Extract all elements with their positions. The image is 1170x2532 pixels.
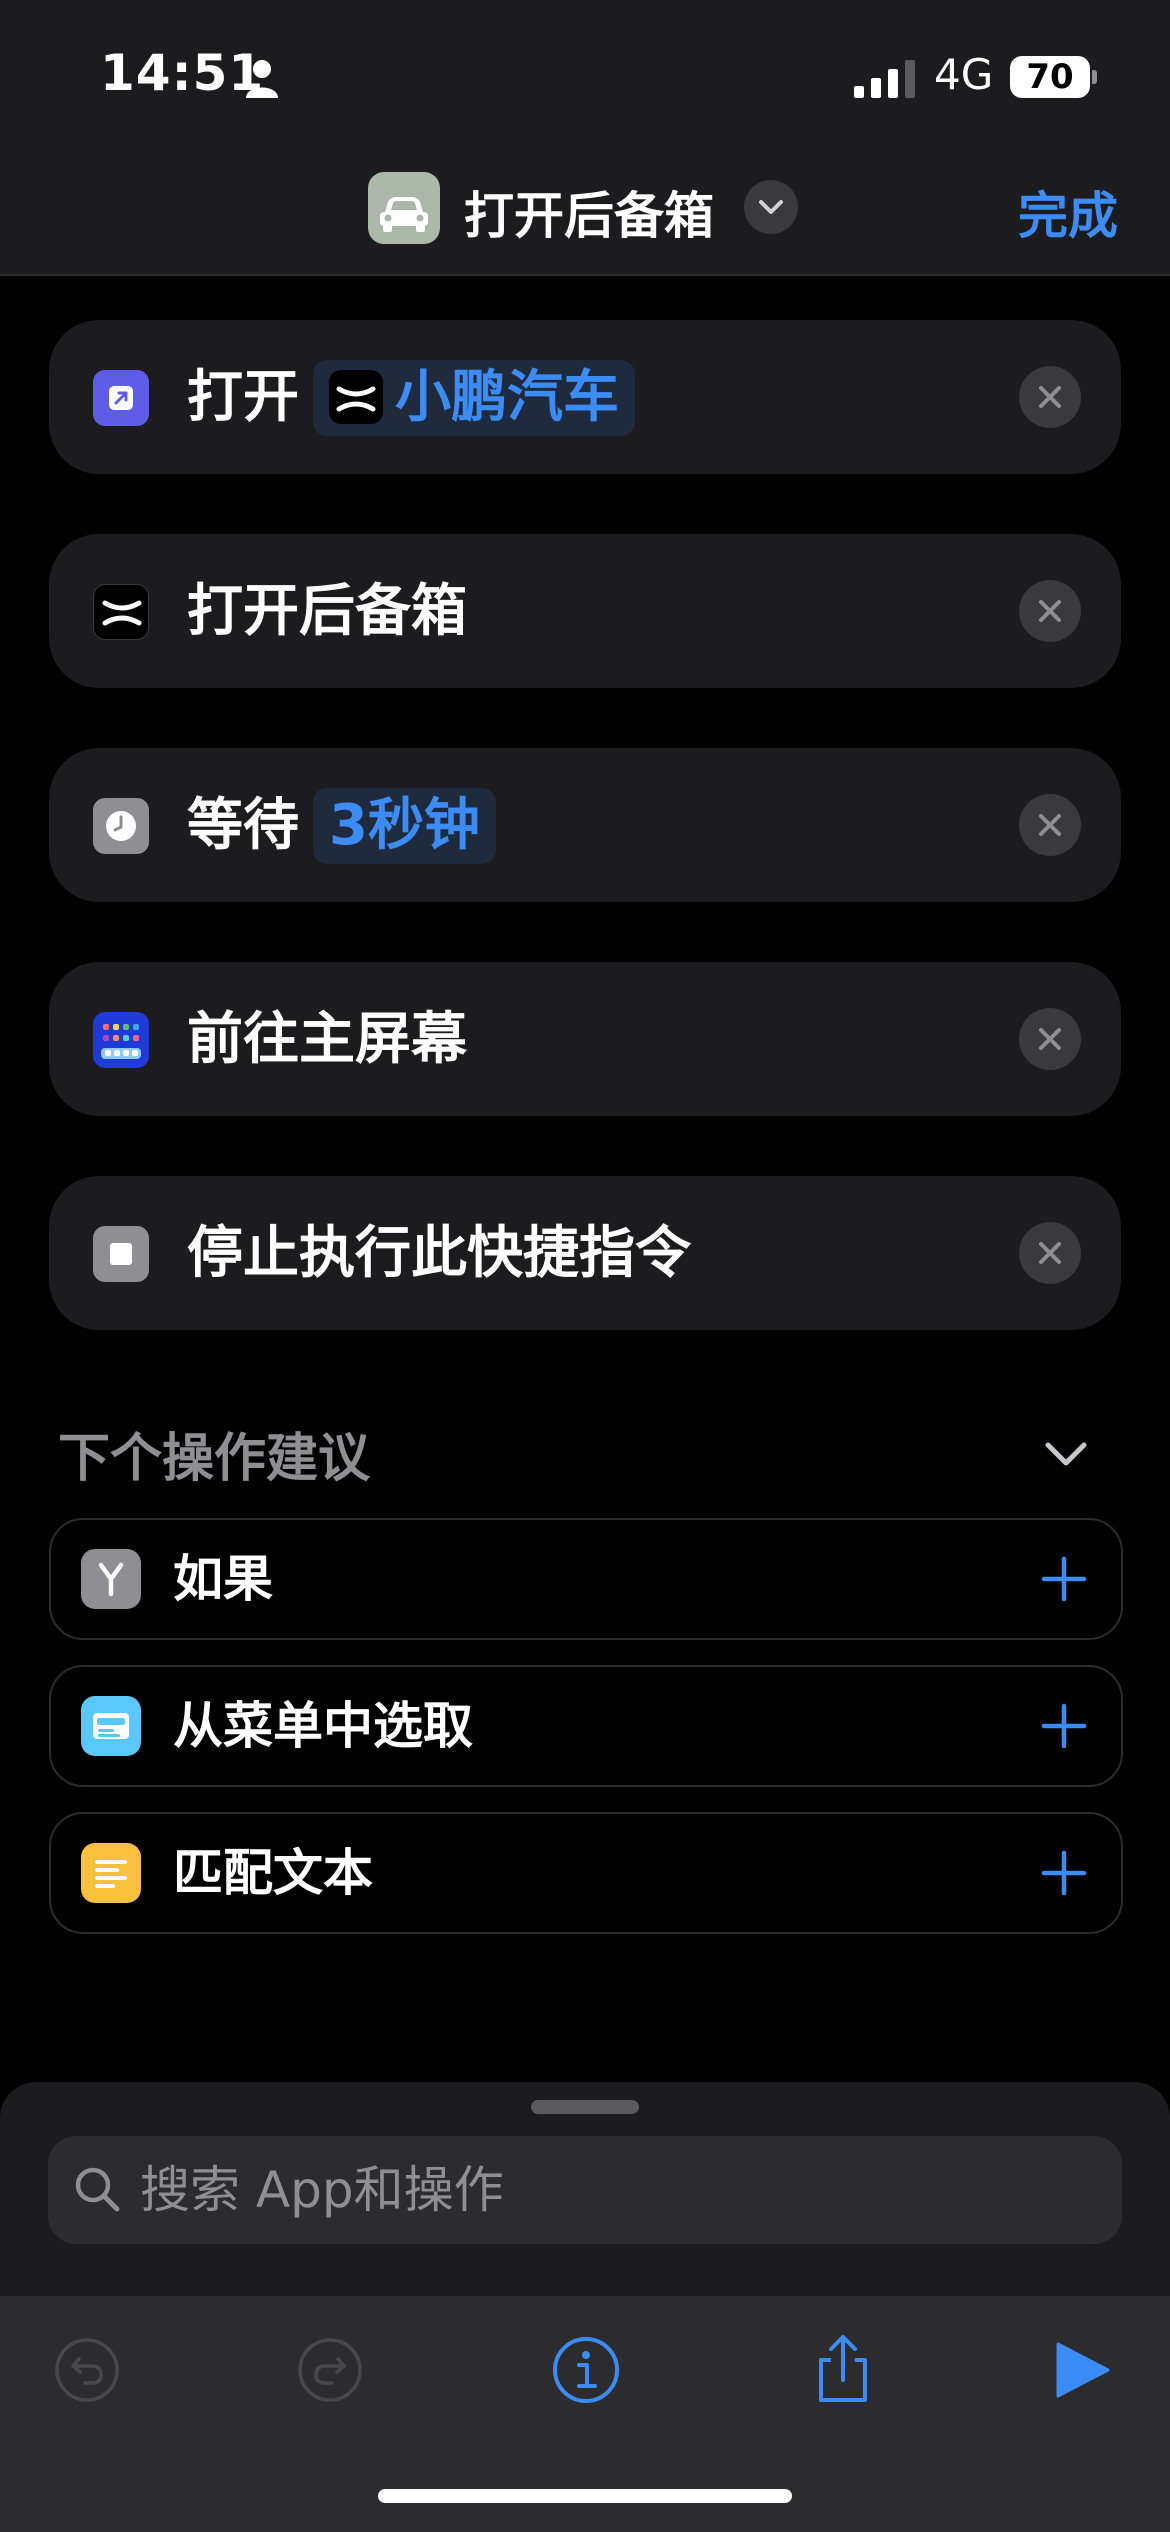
suggestion-label: 匹配文本 [173,1844,373,1902]
search-placeholder[interactable]: 搜索 App和操作 [140,2158,504,2222]
action-label: 打开后备箱 [187,579,467,644]
remove-action-button[interactable] [1019,1222,1081,1284]
suggestions-header: 下个操作建议 [58,1429,371,1489]
person-icon [246,60,278,98]
action-stop-shortcut[interactable]: 停止执行此快捷指令 [49,1176,1121,1330]
action-label: 打开 [187,365,299,430]
battery-tip [1092,70,1097,84]
suggestion-label: 如果 [173,1550,273,1608]
close-icon [1039,1242,1061,1264]
app-token-label: 小鹏汽车 [395,365,619,430]
plus-icon[interactable] [1035,1844,1093,1902]
home-screen-icon [93,1012,149,1068]
redo-icon[interactable] [290,2330,370,2410]
search-icon [75,2167,120,2212]
shortcut-title[interactable]: 打开后备箱 [464,176,714,248]
info-icon[interactable] [546,2330,626,2410]
menu-icon [81,1696,141,1756]
plus-icon[interactable] [1035,1697,1093,1755]
action-label: 停止执行此快捷指令 [187,1221,691,1286]
chevron-down-icon[interactable] [1040,1428,1092,1480]
action-go-home[interactable]: 前往主屏幕 [49,962,1121,1116]
text-icon [81,1843,141,1903]
close-icon [1039,814,1061,836]
done-button[interactable]: 完成 [1018,176,1118,248]
status-time: 14:51 [100,44,265,102]
remove-action-button[interactable] [1019,1008,1081,1070]
suggestion-label: 从菜单中选取 [173,1697,473,1755]
action-wait[interactable]: 等待 3秒钟 [49,748,1121,902]
clock-icon [93,798,149,854]
home-indicator [378,2489,792,2503]
chevron-down-icon[interactable] [744,180,798,234]
action-open-app[interactable]: 打开 小鹏汽车 [49,320,1121,474]
shortcut-car-icon[interactable] [368,172,440,244]
open-app-icon [93,370,149,426]
remove-action-button[interactable] [1019,366,1081,428]
sheet-grabber[interactable] [531,2100,639,2114]
action-open-trunk[interactable]: 打开后备箱 [49,534,1121,688]
remove-action-button[interactable] [1019,580,1081,642]
xpeng-logo-icon [329,369,383,424]
action-label: 等待 [187,793,299,858]
branch-icon [81,1549,141,1609]
app-token[interactable]: 小鹏汽车 [313,360,635,436]
undo-icon[interactable] [47,2330,127,2410]
plus-icon[interactable] [1035,1550,1093,1608]
close-icon [1039,386,1061,408]
suggestion-choose-from-menu[interactable]: 从菜单中选取 [49,1665,1123,1787]
cellular-signal-icon [854,60,915,98]
remove-action-button[interactable] [1019,794,1081,856]
play-icon[interactable] [1040,2330,1120,2410]
suggestion-if[interactable]: 如果 [49,1518,1123,1640]
network-type: 4G [934,50,994,99]
close-icon [1039,1028,1061,1050]
battery-indicator: 70 [1010,56,1090,98]
suggestion-match-text[interactable]: 匹配文本 [49,1812,1123,1934]
action-label: 前往主屏幕 [187,1007,467,1072]
xpeng-logo-icon [93,584,149,640]
stop-icon [93,1226,149,1282]
duration-token[interactable]: 3秒钟 [313,788,496,864]
share-icon[interactable] [803,2330,883,2410]
close-icon [1039,600,1061,622]
